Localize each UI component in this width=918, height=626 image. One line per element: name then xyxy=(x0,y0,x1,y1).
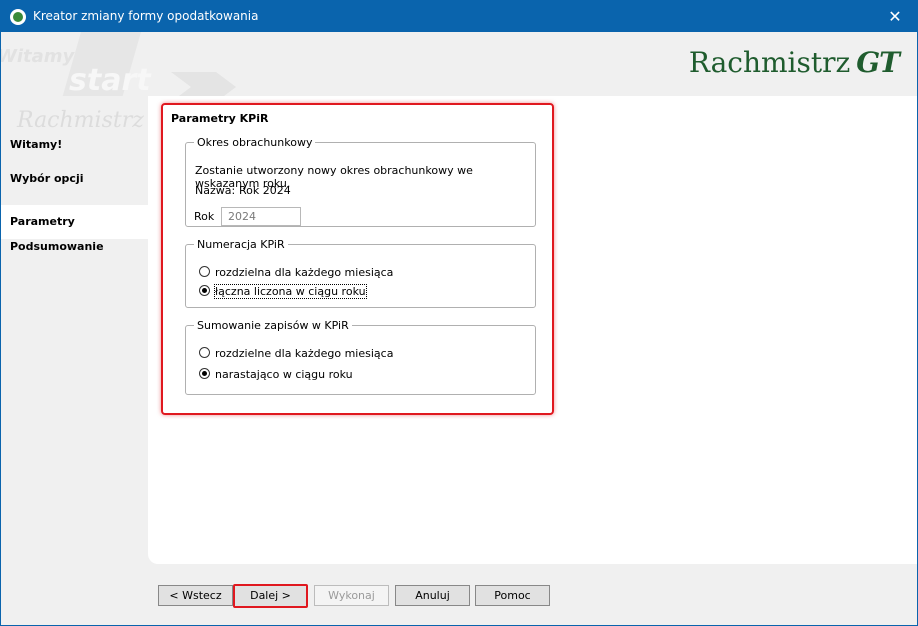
back-button[interactable]: < Wstecz xyxy=(158,585,233,606)
year-input[interactable] xyxy=(221,207,301,226)
nav-item-witamy[interactable]: Witamy! xyxy=(1,128,148,162)
section-title: Parametry KPiR xyxy=(171,112,269,125)
brand-logo: Rachmistrz GT xyxy=(688,46,900,79)
nav-item-label: Wybór opcji xyxy=(10,172,84,185)
year-label: Rok xyxy=(194,210,215,223)
sumowanie-group: Sumowanie zapisów w KPiR rozdzielne dla … xyxy=(185,319,536,395)
wizard-steps-nav: Rachmistrz Witamy! Wybór opcji Parametry… xyxy=(1,96,148,566)
wizard-window: Kreator zmiany formy opodatkowania ✕ Wit… xyxy=(1,1,917,625)
numeracja-option-label[interactable]: rozdzielna dla każdego miesiąca xyxy=(215,266,393,279)
okres-name-label: Nazwa: xyxy=(195,184,236,197)
numeracja-group: Numeracja KPiR rozdzielna dla każdego mi… xyxy=(185,238,536,308)
numeracja-option-label[interactable]: łączna liczona w ciągu roku xyxy=(214,284,367,299)
deco-word-1: Witamy xyxy=(1,46,76,67)
nav-item-podsumowanie[interactable]: Podsumowanie xyxy=(1,230,148,264)
okres-group: Okres obrachunkowy Zostanie utworzony no… xyxy=(185,136,536,227)
execute-button[interactable]: Wykonaj xyxy=(314,585,389,606)
kpir-parameters-section: Parametry KPiR Okres obrachunkowy Zostan… xyxy=(161,103,554,415)
okres-legend: Okres obrachunkowy xyxy=(197,136,313,149)
sumowanie-radio-rozdzielne[interactable] xyxy=(199,347,210,358)
numeracja-radio-rozdzielna[interactable] xyxy=(199,266,210,277)
numeracja-radio-laczna[interactable] xyxy=(199,285,210,296)
sumowanie-option-label[interactable]: narastająco w ciągu roku xyxy=(215,368,353,381)
logo-text: Rachmistrz xyxy=(688,46,851,79)
title-bar: Kreator zmiany formy opodatkowania ✕ xyxy=(1,1,917,32)
next-button[interactable]: Dalej > xyxy=(233,584,308,608)
nav-item-label: Witamy! xyxy=(10,138,63,151)
nav-item-label: Podsumowanie xyxy=(10,240,104,253)
sumowanie-radio-narastajaco[interactable] xyxy=(199,368,210,379)
deco-word-2: start xyxy=(69,63,152,96)
app-icon xyxy=(10,9,26,25)
logo-gt: GT xyxy=(856,46,900,79)
nav-item-wybor-opcji[interactable]: Wybór opcji xyxy=(1,162,148,196)
okres-name-value: Rok 2024 xyxy=(239,184,291,197)
close-icon[interactable]: ✕ xyxy=(873,1,917,32)
numeracja-legend: Numeracja KPiR xyxy=(197,238,285,251)
header-decoration: Witamy start xyxy=(1,32,321,96)
sumowanie-legend: Sumowanie zapisów w KPiR xyxy=(197,319,349,332)
sumowanie-option-label[interactable]: rozdzielne dla każdego miesiąca xyxy=(215,347,393,360)
help-button[interactable]: Pomoc xyxy=(475,585,550,606)
cancel-button[interactable]: Anuluj xyxy=(395,585,470,606)
nav-item-label: Parametry xyxy=(10,215,75,228)
wizard-header: Witamy start Rachmistrz GT xyxy=(1,32,917,96)
window-title: Kreator zmiany formy opodatkowania xyxy=(33,9,259,23)
